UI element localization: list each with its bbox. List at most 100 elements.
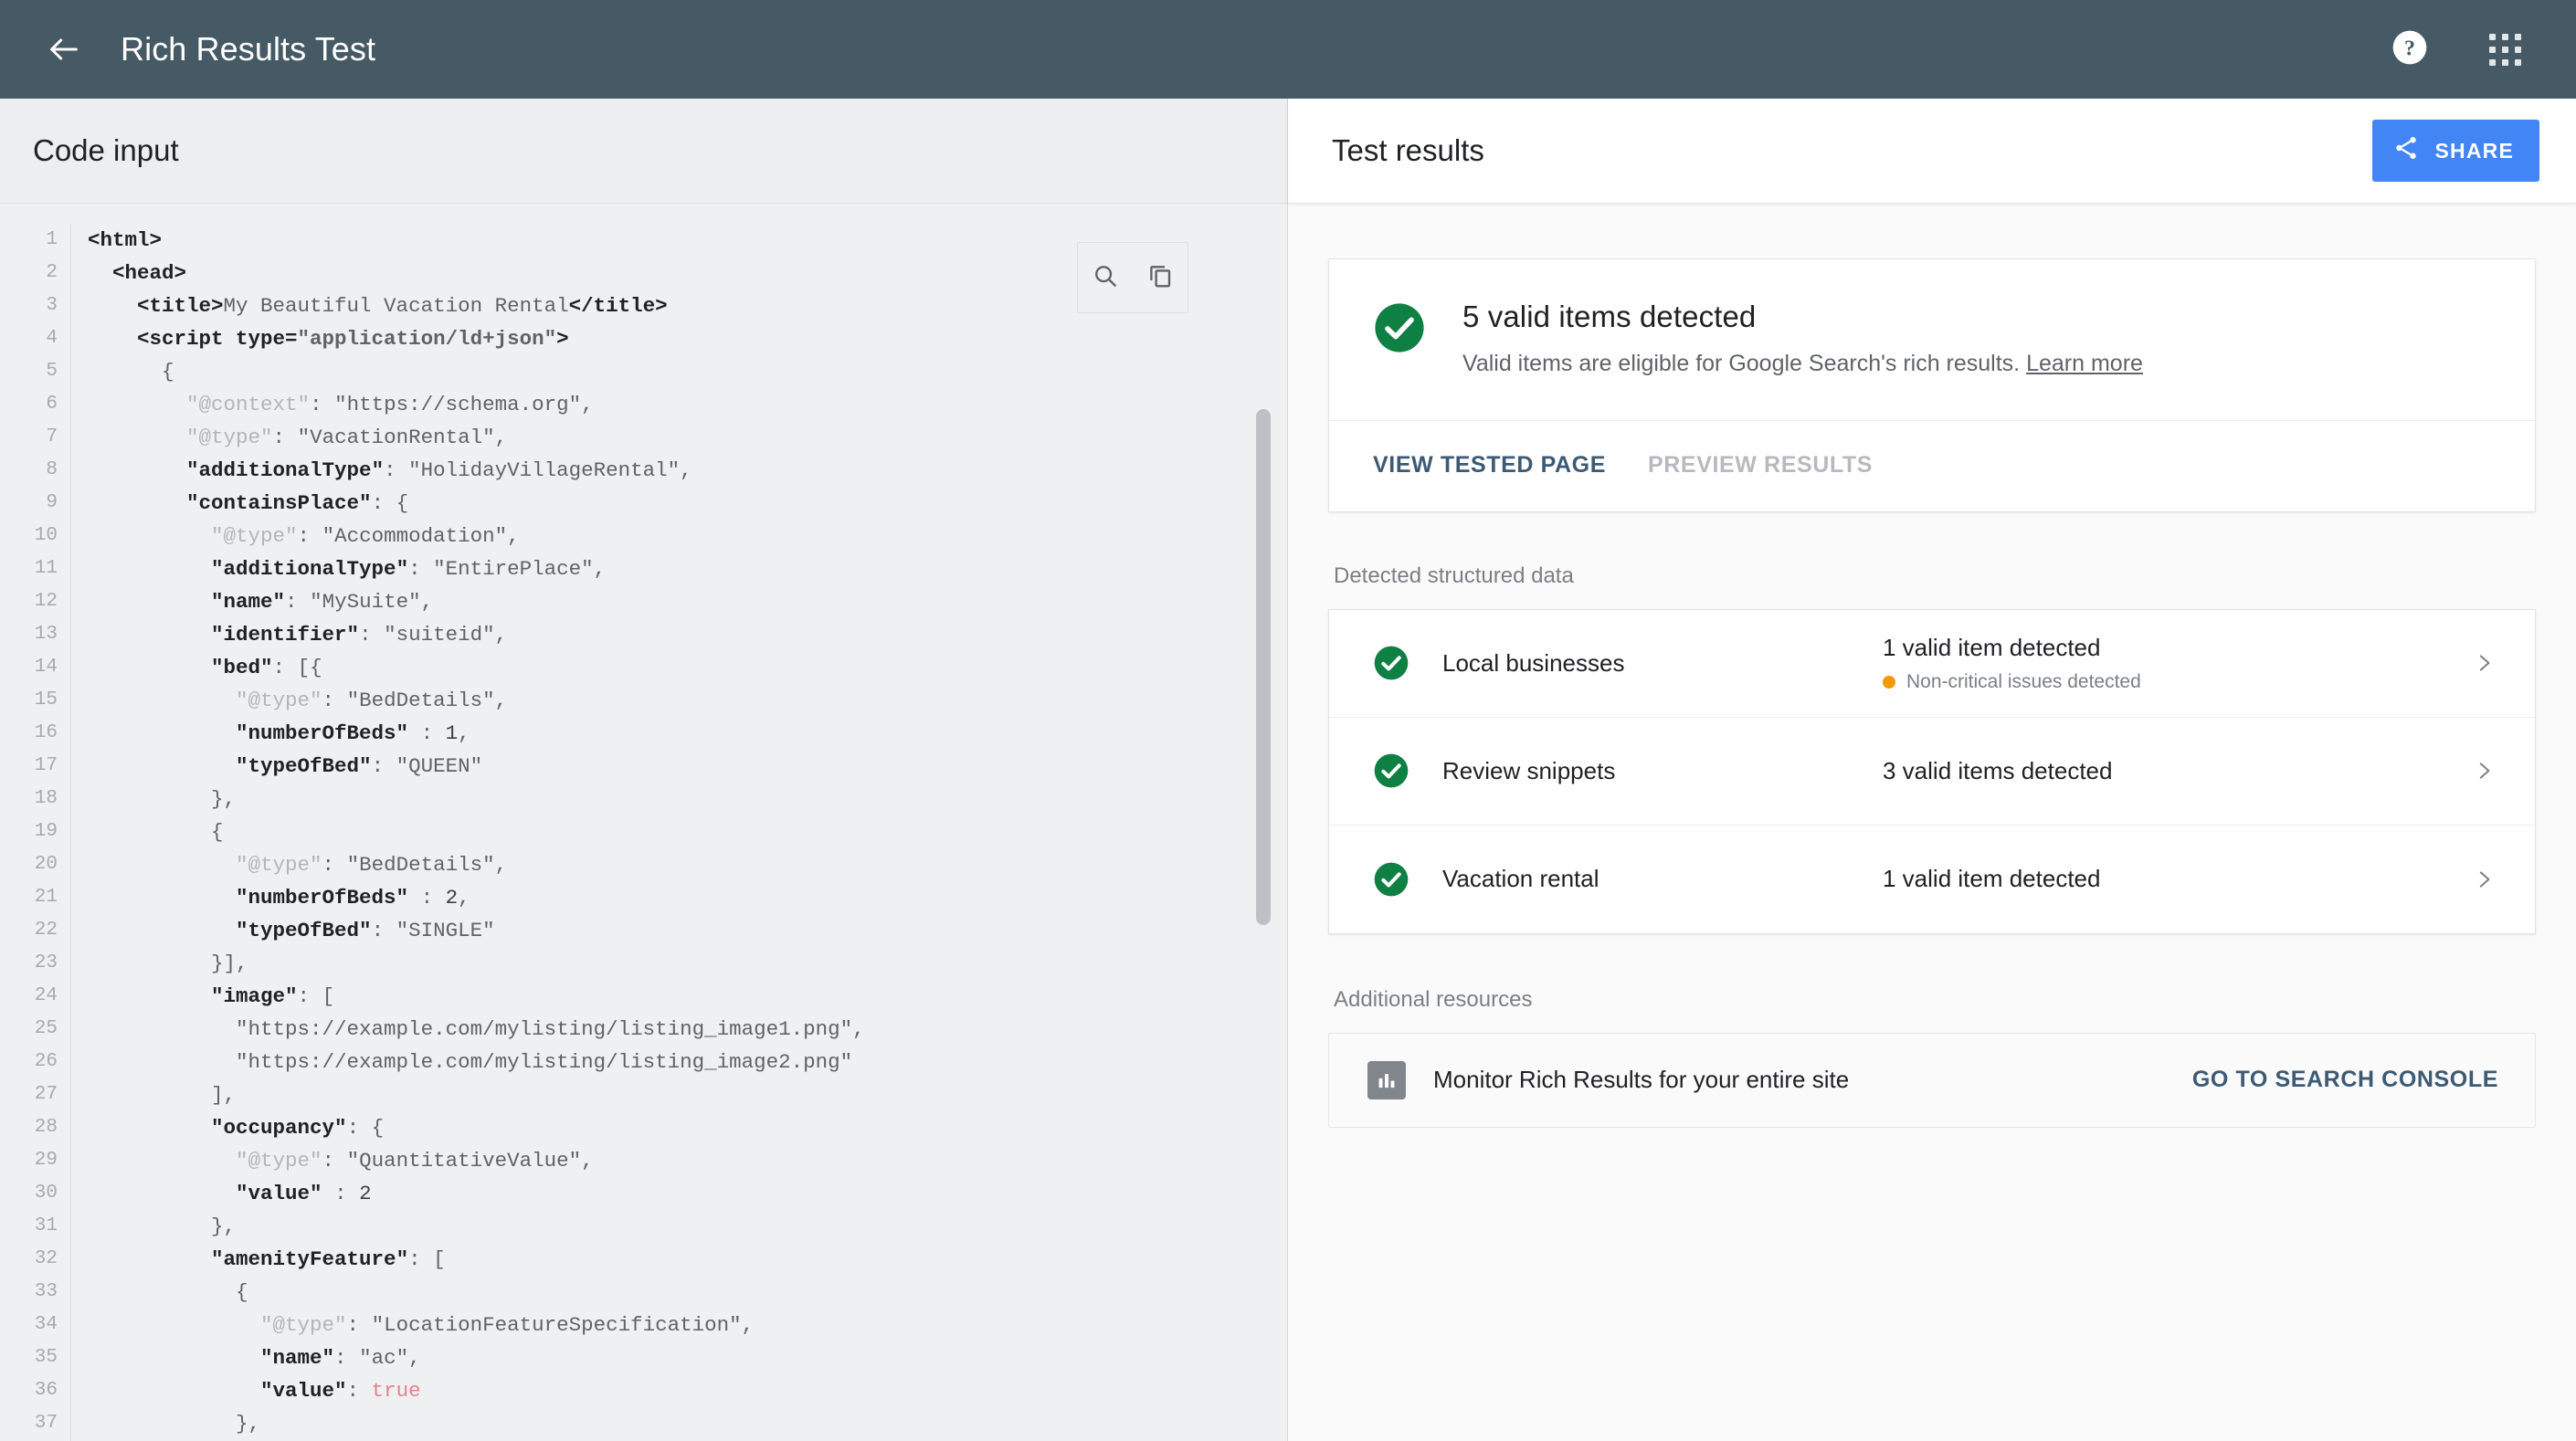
code-line: "numberOfBeds" : 2, bbox=[236, 886, 470, 910]
code-line-number: 22 bbox=[34, 920, 58, 941]
code-line: "@type": "VacationRental", bbox=[186, 426, 508, 449]
view-tested-page-button[interactable]: VIEW TESTED PAGE bbox=[1373, 452, 1606, 479]
code-line-number: 33 bbox=[34, 1281, 58, 1302]
code-scrollbar-track[interactable] bbox=[1256, 309, 1271, 1441]
code-line: "@type": "BedDetails", bbox=[236, 689, 508, 712]
chevron-right-icon[interactable] bbox=[2465, 752, 2502, 789]
detected-item-row[interactable]: Local businesses 1 valid item detected Non… bbox=[1329, 609, 2535, 718]
summary-text: 5 valid items detected Valid items are e… bbox=[1462, 300, 2143, 380]
code-line-number: 29 bbox=[34, 1150, 58, 1171]
code-line-number: 25 bbox=[34, 1018, 58, 1039]
code-line: "additionalType": "EntirePlace", bbox=[211, 557, 607, 581]
summary-description: Valid items are eligible for Google Sear… bbox=[1462, 349, 2143, 380]
code-line: "@context": "https://schema.org", bbox=[186, 393, 594, 416]
code-line-number: 20 bbox=[34, 854, 58, 875]
code-line-number: 14 bbox=[34, 657, 58, 678]
check-circle-icon bbox=[1373, 752, 1409, 789]
item-sub-status-label: Non-critical issues detected bbox=[1906, 670, 2141, 692]
help-button[interactable]: ? bbox=[2381, 20, 2439, 79]
share-button-label: SHARE bbox=[2434, 138, 2514, 163]
code-line-number: 26 bbox=[34, 1051, 58, 1072]
check-circle-icon bbox=[1373, 645, 1409, 681]
apps-grid-icon bbox=[2488, 33, 2521, 66]
search-icon bbox=[1092, 262, 1119, 294]
code-line: "@type": "Accommodation", bbox=[211, 524, 520, 548]
code-line-number: 37 bbox=[34, 1413, 58, 1434]
code-line-number: 12 bbox=[34, 591, 58, 612]
code-line: "value" : 2 bbox=[236, 1182, 372, 1205]
code-line-number: 16 bbox=[34, 722, 58, 743]
code-line-number: 18 bbox=[34, 788, 58, 809]
code-line: }], bbox=[211, 952, 248, 975]
code-line-number: 13 bbox=[34, 624, 58, 645]
code-scrollbar-thumb[interactable] bbox=[1256, 409, 1271, 925]
code-line-number: 21 bbox=[34, 887, 58, 908]
code-line: "containsPlace": { bbox=[186, 491, 409, 515]
summary-headline: 5 valid items detected bbox=[1462, 300, 1757, 333]
item-status: 1 valid item detected Non-critical issues… bbox=[1883, 634, 2465, 693]
code-line: "bed": [{ bbox=[211, 656, 322, 679]
go-to-search-console-button[interactable]: GO TO SEARCH CONSOLE bbox=[2192, 1067, 2498, 1093]
summary-actions: VIEW TESTED PAGE PREVIEW RESULTS bbox=[1329, 421, 2535, 511]
summary-top: 5 valid items detected Valid items are e… bbox=[1329, 259, 2535, 421]
code-line: "name": "MySuite", bbox=[211, 590, 434, 614]
code-line: <script type="application/ld+json"> bbox=[137, 327, 569, 351]
code-line: "amenityFeature": [ bbox=[211, 1247, 446, 1271]
resource-text: Monitor Rich Results for your entire sit… bbox=[1433, 1066, 1850, 1094]
code-line: { bbox=[211, 820, 224, 844]
item-status: 1 valid item detected bbox=[1883, 865, 2465, 893]
learn-more-link[interactable]: Learn more bbox=[2026, 351, 2143, 376]
code-copy-button[interactable] bbox=[1140, 258, 1180, 298]
back-button[interactable] bbox=[37, 22, 91, 77]
code-line: }, bbox=[236, 1412, 261, 1436]
item-name: Review snippets bbox=[1442, 756, 1616, 784]
code-line: "occupancy": { bbox=[211, 1116, 385, 1140]
code-line-number: 34 bbox=[34, 1314, 58, 1335]
code-line-number: 32 bbox=[34, 1248, 58, 1269]
code-line: "identifier": "suiteid", bbox=[211, 623, 508, 647]
code-line-number: 17 bbox=[34, 755, 58, 776]
code-line: { bbox=[236, 1280, 248, 1304]
code-line: }, bbox=[211, 1215, 237, 1238]
chevron-right-icon[interactable] bbox=[2465, 861, 2502, 898]
detected-item-row[interactable]: Vacation rental 1 valid item detected bbox=[1329, 825, 2535, 933]
code-content[interactable]: <html> <head> <title>My Beautiful Vacati… bbox=[71, 224, 1287, 1441]
code-line-number: 23 bbox=[34, 952, 58, 973]
detected-item-row[interactable]: Review snippets 3 valid items detected bbox=[1329, 717, 2535, 826]
item-name: Vacation rental bbox=[1442, 865, 1599, 893]
results-scroll-body: 5 valid items detected Valid items are e… bbox=[1288, 204, 2576, 1441]
item-name: Local businesses bbox=[1442, 648, 1625, 677]
code-line: "https://example.com/mylisting/listing_i… bbox=[236, 1017, 865, 1041]
code-line-number: 35 bbox=[34, 1347, 58, 1368]
code-line: ], bbox=[211, 1083, 237, 1107]
chevron-right-icon[interactable] bbox=[2465, 645, 2502, 681]
apps-button[interactable] bbox=[2476, 20, 2534, 79]
code-line: "typeOfBed": "SINGLE" bbox=[236, 919, 495, 942]
code-tools-group bbox=[1077, 242, 1188, 313]
item-sub-status: Non-critical issues detected bbox=[1883, 671, 2465, 693]
code-line-number: 6 bbox=[46, 394, 58, 415]
code-editor[interactable]: 1 2 3 4 5 6 7 8 9 10 11 12 13 14 15 16 17 18 19 20 21 22 23 24 2… bbox=[0, 204, 1287, 1441]
code-line-number: 36 bbox=[34, 1380, 58, 1401]
page-title: Rich Results Test bbox=[121, 30, 376, 68]
code-line: "additionalType": "HolidayVillageRental"… bbox=[186, 458, 692, 482]
warning-dot-icon bbox=[1883, 675, 1895, 689]
help-icon: ? bbox=[2390, 27, 2430, 72]
code-line: "https://example.com/mylisting/listing_i… bbox=[236, 1050, 853, 1074]
item-status-label: 1 valid item detected bbox=[1883, 633, 2101, 661]
share-button[interactable]: SHARE bbox=[2372, 120, 2539, 182]
share-icon bbox=[2392, 134, 2420, 167]
code-line-number: 1 bbox=[46, 229, 58, 250]
detected-section-label: Detected structured data bbox=[1334, 563, 1574, 588]
code-search-button[interactable] bbox=[1085, 258, 1125, 298]
code-line-number: 9 bbox=[46, 492, 58, 513]
code-line: }, bbox=[211, 787, 237, 811]
resource-card: Monitor Rich Results for your entire sit… bbox=[1328, 1032, 2536, 1128]
resources-section-label: Additional resources bbox=[1334, 986, 1533, 1012]
code-line-number: 24 bbox=[34, 985, 58, 1006]
code-line-number: 10 bbox=[34, 525, 58, 546]
detected-items-list: Local businesses 1 valid item detected Non… bbox=[1328, 608, 2536, 934]
test-results-title: Test results bbox=[1332, 133, 1484, 167]
code-line: "typeOfBed": "QUEEN" bbox=[236, 754, 483, 778]
code-line-number: 30 bbox=[34, 1183, 58, 1204]
